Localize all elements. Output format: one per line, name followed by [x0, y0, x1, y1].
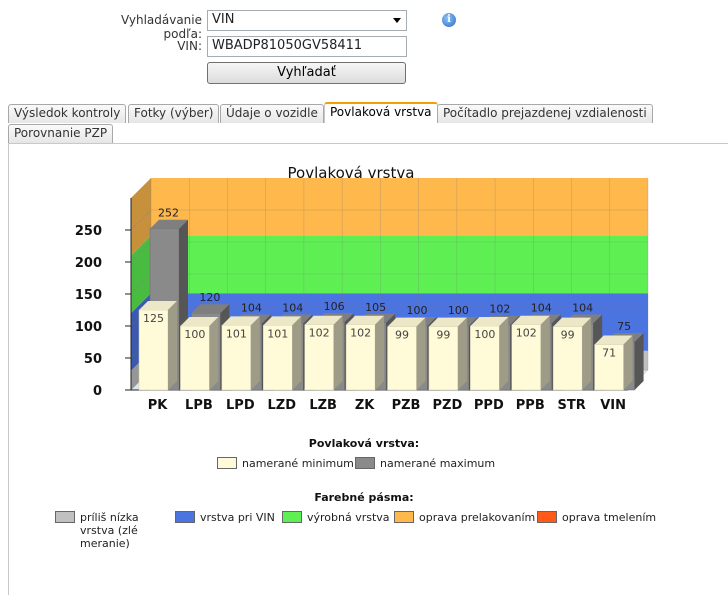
label-min-PK: 125: [143, 312, 164, 325]
legend-swatch-minimum: [217, 457, 237, 469]
back-band-2: [151, 235, 648, 294]
legend-swatch-maximum: [355, 457, 375, 469]
label-max-LPD: 104: [241, 301, 262, 314]
bar-min-PZB-side: [416, 317, 426, 390]
x-tick-label-LPB: LPB: [185, 398, 213, 413]
legend-swatch-repaint: [394, 511, 414, 523]
label-min-VIN: 71: [602, 347, 616, 360]
bar-min-LZD-side: [292, 316, 302, 390]
label-min-PPB: 102: [516, 327, 537, 340]
label-max-PZD: 100: [448, 304, 469, 317]
label-max-PK: 252: [158, 207, 179, 220]
x-tick-label-LPD: LPD: [226, 398, 255, 413]
label-min-STR: 99: [561, 329, 575, 342]
legend-swatch-vin-layer: [175, 511, 195, 523]
bar-min-LPB-side: [209, 317, 219, 390]
x-tick-label-PK: PK: [148, 398, 169, 413]
bar-min-PPD-side: [499, 317, 509, 390]
back-band-3: [151, 178, 648, 236]
x-tick-label-STR: STR: [558, 398, 586, 413]
label-max-PZB: 100: [407, 304, 428, 317]
label-min-LPD: 101: [226, 327, 247, 340]
label-max-LZD: 104: [282, 301, 303, 314]
bar-min-PPB-side: [540, 315, 550, 390]
x-tick-label-PZB: PZB: [392, 398, 421, 413]
legend-label-too-low: príliš nízka vrstva (zlé meranie): [80, 511, 139, 550]
bar-min-LPD-side: [250, 316, 260, 390]
label-min-LZD: 101: [267, 327, 288, 340]
bar-min-VIN-side: [623, 335, 633, 390]
legend-label-factory-layer: výrobná vrstva: [307, 511, 390, 524]
bar-min-PK-side: [168, 301, 177, 390]
legend-item-minimum: namerané minimum: [217, 457, 354, 470]
legend-swatch-filler: [537, 511, 557, 523]
bar-min-ZK-side: [375, 315, 385, 390]
label-min-PZB: 99: [395, 329, 409, 342]
coating-chart: 0 50 100 150 200 250 252 125 PK 120 100 LPB 104 101 LP…: [75, 178, 649, 413]
label-max-VIN: 75: [617, 320, 631, 333]
label-max-STR: 104: [572, 301, 593, 314]
legend-item-maximum: namerané maximum: [355, 457, 495, 470]
label-max-PPD: 102: [489, 303, 510, 316]
label-max-LPB: 120: [199, 291, 220, 304]
y-tick-label-3: 150: [75, 288, 102, 303]
legend-item-vin-layer: vrstva pri VIN: [175, 511, 275, 524]
label-min-PPD: 100: [474, 328, 495, 341]
x-tick-label-PPB: PPB: [516, 398, 545, 413]
label-max-PPB: 104: [531, 301, 552, 314]
label-max-LZB: 106: [324, 300, 345, 313]
bands-legend-title: Farebné pásma:: [314, 491, 414, 504]
label-min-LZB: 102: [309, 327, 330, 340]
x-tick-label-ZK: ZK: [355, 398, 375, 413]
y-tick-label-0: 0: [93, 384, 102, 399]
x-tick-label-LZD: LZD: [267, 398, 296, 413]
bar-min-PZD-side: [457, 317, 467, 390]
legend-label-minimum: namerané minimum: [242, 457, 354, 470]
label-min-ZK: 102: [350, 327, 371, 340]
bar-max-VIN-side: [634, 333, 644, 390]
y-tick-label-1: 50: [84, 352, 102, 367]
y-tick-label-5: 250: [75, 224, 102, 239]
bar-min-LZB-side: [333, 315, 343, 390]
legend-swatch-factory-layer: [282, 511, 302, 523]
x-tick-label-PZD: PZD: [433, 398, 463, 413]
x-tick-label-VIN: VIN: [600, 398, 626, 413]
legend-item-factory-layer: výrobná vrstva: [282, 511, 390, 524]
y-tick-label-2: 100: [75, 320, 102, 335]
legend-label-filler: oprava tmelením: [562, 511, 657, 524]
legend-item-repaint: oprava prelakovaním: [394, 511, 535, 524]
legend-label-vin-layer: vrstva pri VIN: [200, 511, 275, 524]
legend-label-repaint: oprava prelakovaním: [419, 511, 536, 524]
y-tick-label-4: 200: [75, 256, 102, 271]
series-legend-title: Povlaková vrstva:: [308, 437, 420, 450]
bar-min-STR-side: [582, 317, 592, 390]
legend-item-filler: oprava tmelením: [537, 511, 656, 524]
x-tick-label-LZB: LZB: [309, 398, 337, 413]
label-min-PZD: 99: [436, 329, 450, 342]
legend-swatch-too-low: [55, 511, 75, 523]
label-max-ZK: 105: [365, 301, 386, 314]
label-min-LPB: 100: [184, 328, 205, 341]
legend-item-too-low: príliš nízka vrstva (zlé meranie): [55, 511, 170, 550]
legend-label-maximum: namerané maximum: [380, 457, 496, 470]
x-tick-label-PPD: PPD: [474, 398, 504, 413]
